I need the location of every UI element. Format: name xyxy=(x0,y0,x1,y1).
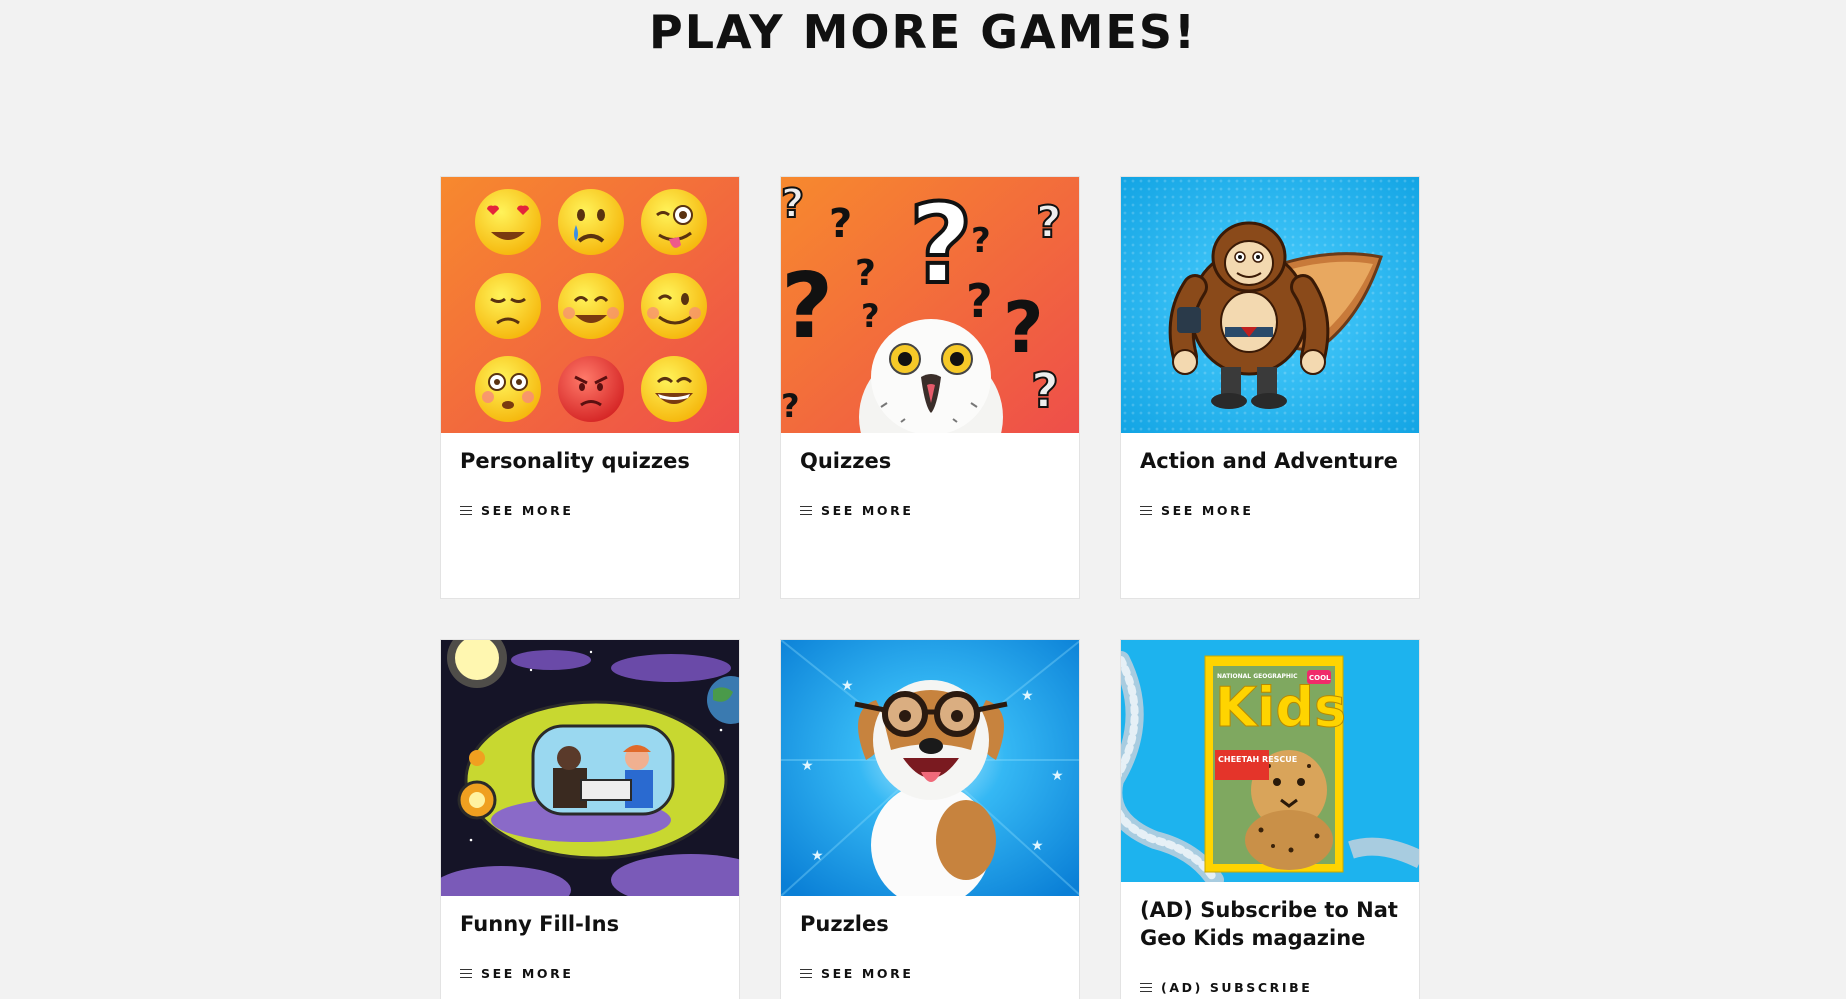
subscribe-label: (AD) SUBSCRIBE xyxy=(1161,980,1313,995)
svg-text:★: ★ xyxy=(1051,768,1064,784)
svg-text:?: ? xyxy=(1003,287,1044,369)
svg-text:★: ★ xyxy=(811,848,824,864)
card-title[interactable]: Action and Adventure xyxy=(1140,447,1403,475)
svg-text:?: ? xyxy=(966,274,993,328)
see-more-link[interactable]: SEE MORE xyxy=(800,966,913,981)
see-more-label: SEE MORE xyxy=(481,966,574,981)
see-more-label: SEE MORE xyxy=(481,503,574,518)
list-icon xyxy=(800,505,812,517)
magazine-badge: COOL xyxy=(1309,674,1331,682)
svg-text:?: ? xyxy=(781,181,804,227)
card-funny-fill-ins[interactable]: Funny Fill-Ins SEE MORE xyxy=(440,639,740,999)
page: PLAY MORE GAMES! Personality quizzes SEE… xyxy=(0,0,1846,999)
emoji-faces-icon[interactable] xyxy=(441,177,739,433)
space-ship-icon[interactable] xyxy=(441,640,739,896)
caped-ape-hero-icon[interactable] xyxy=(1121,177,1419,433)
list-icon xyxy=(460,968,472,980)
svg-text:★: ★ xyxy=(1021,688,1034,704)
card-subscribe-ad[interactable]: NATIONAL GEOGRAPHIC Kids COOL CHEETAH RE… xyxy=(1120,639,1420,999)
list-icon xyxy=(460,505,472,517)
list-icon xyxy=(1140,505,1152,517)
svg-text:?: ? xyxy=(971,221,991,261)
svg-text:?: ? xyxy=(1036,197,1062,248)
see-more-label: SEE MORE xyxy=(1161,503,1254,518)
svg-text:★: ★ xyxy=(841,678,854,694)
see-more-label: SEE MORE xyxy=(821,966,914,981)
card-title[interactable]: Quizzes xyxy=(800,447,1063,475)
svg-text:?: ? xyxy=(909,180,973,308)
svg-text:?: ? xyxy=(781,254,833,359)
list-icon xyxy=(1140,982,1152,994)
card-quizzes[interactable]: ? ? ? ? ? ? ? ? ? ? ? ? Quizzes SEE MORE xyxy=(780,176,1080,599)
card-title[interactable]: (AD) Subscribe to Nat Geo Kids magazine xyxy=(1140,896,1403,952)
see-more-link[interactable]: SEE MORE xyxy=(800,503,913,518)
svg-text:?: ? xyxy=(829,201,852,247)
see-more-link[interactable]: SEE MORE xyxy=(1140,503,1253,518)
card-action-and-adventure[interactable]: Action and Adventure SEE MORE xyxy=(1120,176,1420,599)
card-title[interactable]: Funny Fill-Ins xyxy=(460,910,723,938)
card-title[interactable]: Personality quizzes xyxy=(460,447,723,475)
svg-text:★: ★ xyxy=(1031,838,1044,854)
see-more-link[interactable]: SEE MORE xyxy=(460,503,573,518)
magazine-cover-line: CHEETAH RESCUE xyxy=(1218,755,1297,764)
svg-text:★: ★ xyxy=(801,758,814,774)
card-personality-quizzes[interactable]: Personality quizzes SEE MORE xyxy=(440,176,740,599)
card-title[interactable]: Puzzles xyxy=(800,910,1063,938)
svg-text:?: ? xyxy=(1031,363,1059,419)
svg-text:?: ? xyxy=(781,387,800,425)
card-puzzles[interactable]: ★ ★ ★ ★ ★ ★ Puzzles SEE MORE xyxy=(780,639,1080,999)
owl-question-marks-icon[interactable]: ? ? ? ? ? ? ? ? ? ? ? ? xyxy=(781,177,1079,433)
list-icon xyxy=(800,968,812,980)
svg-text:?: ? xyxy=(855,253,876,294)
section-heading: PLAY MORE GAMES! xyxy=(649,5,1197,59)
see-more-label: SEE MORE xyxy=(821,503,914,518)
dog-with-glasses-icon[interactable]: ★ ★ ★ ★ ★ ★ xyxy=(781,640,1079,896)
magazine-cover-icon[interactable]: NATIONAL GEOGRAPHIC Kids COOL CHEETAH RE… xyxy=(1121,640,1419,882)
magazine-masthead: Kids xyxy=(1215,676,1346,739)
svg-text:?: ? xyxy=(861,297,880,335)
see-more-link[interactable]: SEE MORE xyxy=(460,966,573,981)
subscribe-link[interactable]: (AD) SUBSCRIBE xyxy=(1140,980,1312,995)
